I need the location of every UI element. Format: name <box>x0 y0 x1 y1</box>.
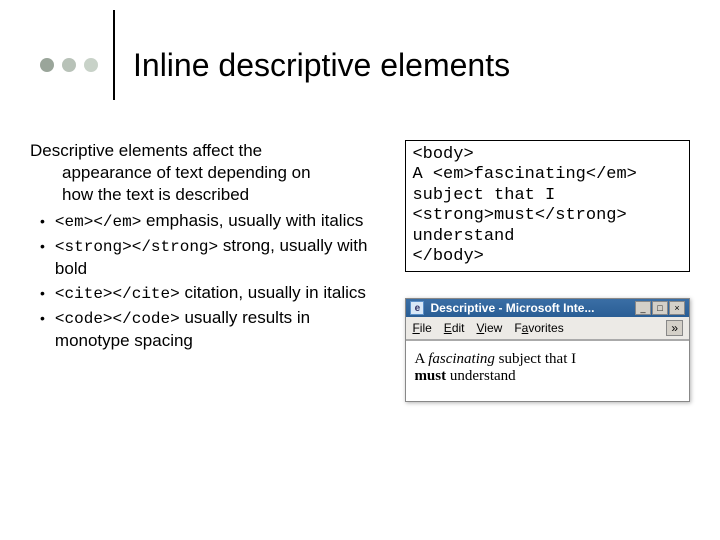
rendered-text: A <box>414 351 428 367</box>
browser-menubar: File Edit View Favorites » <box>406 317 689 340</box>
list-item: • <strong></strong> strong, usually with… <box>40 235 389 280</box>
rendered-text: subject that I <box>495 351 576 367</box>
bullet-icon: • <box>40 210 45 233</box>
left-column: Descriptive elements affect the appearan… <box>30 140 389 352</box>
list-item: • <cite></cite> citation, usually in ita… <box>40 282 389 305</box>
bullet-desc: citation, usually in italics <box>180 283 366 302</box>
bullet-list: • <em></em> emphasis, usually with itali… <box>30 210 389 351</box>
intro-line: how the text is described <box>30 185 249 204</box>
minimize-button[interactable]: _ <box>635 301 651 315</box>
slide-content: Descriptive elements affect the appearan… <box>30 140 690 402</box>
rendered-strong: must <box>414 368 446 384</box>
close-button[interactable]: × <box>669 301 685 315</box>
dot-icon <box>84 58 98 72</box>
dot-icon <box>62 58 76 72</box>
browser-viewport: A fascinating subject that I must unders… <box>406 340 689 401</box>
code-example: <body> A <em>fascinating</em> subject th… <box>405 140 690 272</box>
code-tag: <strong></strong> <box>55 238 218 256</box>
rendered-text: understand <box>446 368 516 384</box>
menu-edit[interactable]: Edit <box>444 321 465 335</box>
bullet-icon: • <box>40 235 45 280</box>
bullet-icon: • <box>40 307 45 352</box>
dot-icon <box>40 58 54 72</box>
bullet-icon: • <box>40 282 45 305</box>
maximize-button[interactable]: □ <box>652 301 668 315</box>
decorative-dots <box>40 58 98 72</box>
intro-text: Descriptive elements affect the appearan… <box>30 140 389 206</box>
browser-window: e Descriptive - Microsoft Inte... _ □ × … <box>405 298 690 402</box>
menu-view[interactable]: View <box>477 321 503 335</box>
browser-titlebar: e Descriptive - Microsoft Inte... _ □ × <box>406 299 689 317</box>
rendered-em: fascinating <box>428 351 495 367</box>
bullet-desc: emphasis, usually with italics <box>141 211 363 230</box>
vertical-divider <box>113 10 115 100</box>
code-tag: <em></em> <box>55 213 141 231</box>
ie-icon: e <box>410 301 424 315</box>
intro-line: Descriptive elements affect the <box>30 141 262 160</box>
slide-header: Inline descriptive elements <box>30 30 690 100</box>
chevron-right-icon[interactable]: » <box>666 320 683 336</box>
slide-title: Inline descriptive elements <box>133 47 510 84</box>
menu-favorites[interactable]: Favorites <box>514 321 563 335</box>
code-tag: <cite></cite> <box>55 285 180 303</box>
list-item: • <code></code> usually results in monot… <box>40 307 389 352</box>
window-title: Descriptive - Microsoft Inte... <box>430 301 629 315</box>
window-controls: _ □ × <box>635 301 685 315</box>
right-column: <body> A <em>fascinating</em> subject th… <box>405 140 690 402</box>
code-tag: <code></code> <box>55 310 180 328</box>
list-item: • <em></em> emphasis, usually with itali… <box>40 210 389 233</box>
intro-line: appearance of text depending on <box>30 163 311 182</box>
menu-file[interactable]: File <box>412 321 431 335</box>
